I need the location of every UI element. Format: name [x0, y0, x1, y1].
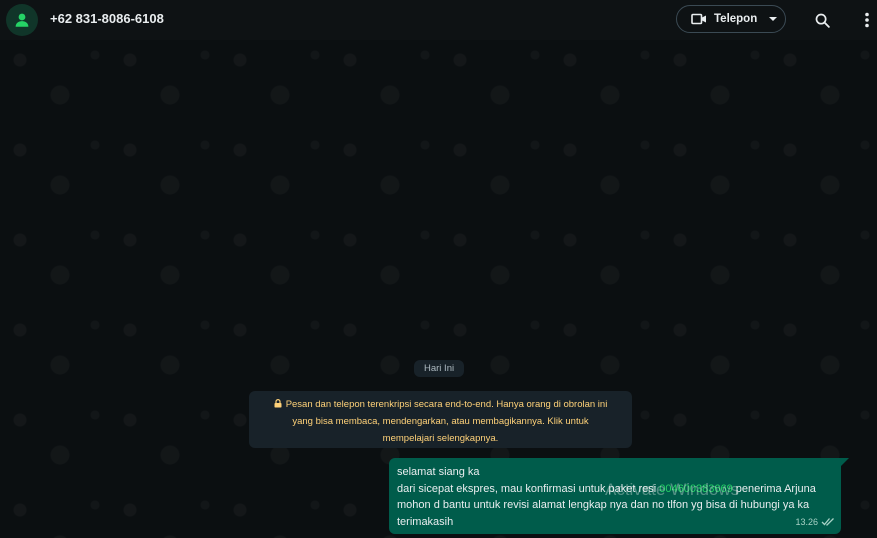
person-icon — [15, 13, 29, 27]
contact-avatar[interactable] — [6, 4, 38, 36]
more-vertical-icon — [865, 12, 869, 28]
menu-button[interactable] — [858, 8, 876, 32]
message-meta: 13.26 — [795, 514, 835, 531]
search-icon — [815, 13, 830, 28]
message-time: 13.26 — [795, 516, 818, 527]
date-chip: Hari Ini — [414, 360, 465, 377]
encryption-notice-line: Pesan dan telepon terenkripsi secara end… — [285, 399, 608, 410]
double-check-icon — [821, 518, 834, 527]
contact-name[interactable]: +62 831-8086-6108 — [50, 11, 164, 26]
encryption-notice-line: yang bisa membaca, mendengarkan, atau me… — [292, 416, 589, 427]
message-text: penerima Arjuna — [732, 482, 816, 495]
search-button[interactable] — [810, 8, 834, 32]
message-line: selamat siang ka — [397, 466, 480, 478]
message-line: terimakasih — [397, 515, 454, 528]
bubble-tail — [841, 458, 849, 466]
lock-icon — [274, 399, 282, 408]
encryption-notice[interactable]: Pesan dan telepon terenkripsi secara end… — [249, 391, 632, 448]
call-button-label: Telepon — [714, 13, 758, 25]
video-camera-icon — [691, 13, 706, 25]
activate-windows-watermark: Activate Windows — [605, 480, 740, 499]
call-button[interactable]: Telepon — [676, 5, 786, 33]
encryption-notice-line: mempelajari selengkapnya. — [382, 433, 499, 444]
chevron-down-icon — [769, 17, 778, 21]
chat-area[interactable]: Hari Ini Pesan dan telepon terenkripsi s… — [0, 40, 877, 538]
chat-header: +62 831-8086-6108 Telepon — [0, 0, 877, 40]
